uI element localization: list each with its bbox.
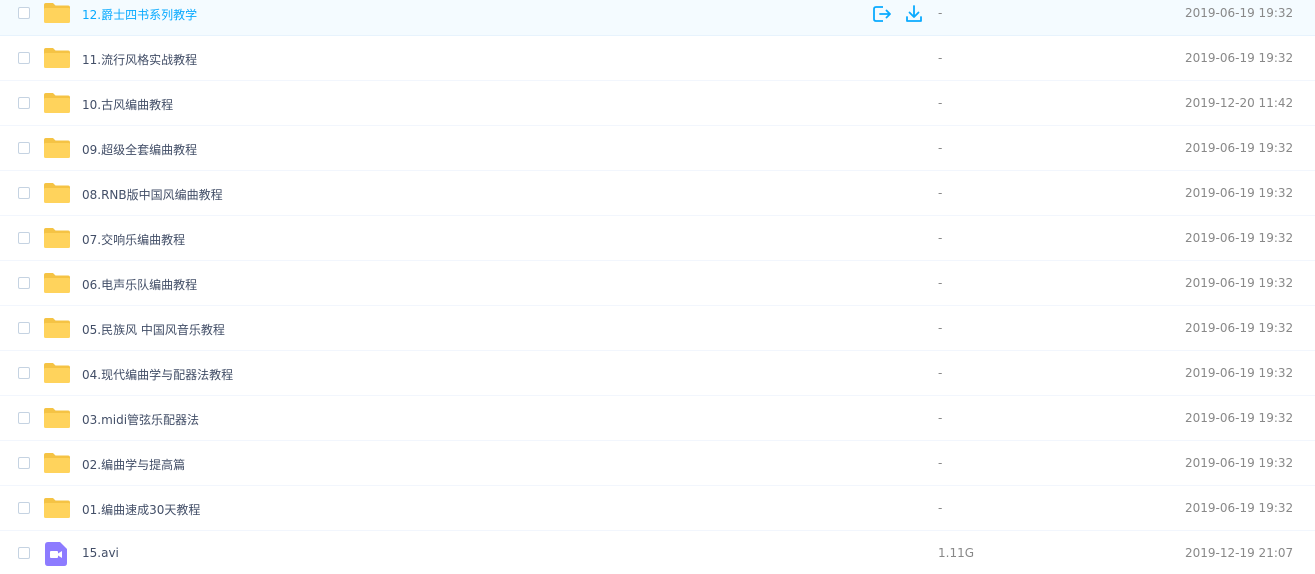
file-row[interactable]: 09.超级全套编曲教程 - 2019-06-19 19:32 bbox=[0, 126, 1315, 171]
file-size: - bbox=[938, 455, 943, 470]
checkbox[interactable] bbox=[18, 321, 30, 334]
folder-icon bbox=[44, 137, 70, 158]
checkbox[interactable] bbox=[18, 141, 30, 154]
file-name[interactable]: 01.编曲速成30天教程 bbox=[82, 501, 200, 518]
file-size: - bbox=[938, 275, 943, 290]
video-file-icon bbox=[45, 541, 67, 566]
checkbox[interactable] bbox=[18, 501, 30, 514]
folder-icon bbox=[44, 452, 70, 473]
folder-icon bbox=[44, 227, 70, 248]
folder-icon bbox=[44, 92, 70, 113]
checkbox[interactable] bbox=[18, 6, 30, 19]
file-size: - bbox=[938, 410, 943, 425]
file-size: - bbox=[938, 50, 943, 65]
file-date: 2019-06-19 19:32 bbox=[1185, 410, 1294, 425]
file-date: 2019-06-19 19:32 bbox=[1185, 500, 1294, 515]
file-size: - bbox=[938, 185, 943, 200]
file-size: - bbox=[938, 365, 943, 380]
checkbox[interactable] bbox=[18, 456, 30, 469]
checkbox[interactable] bbox=[18, 231, 30, 244]
checkbox[interactable] bbox=[18, 186, 30, 199]
file-date: 2019-06-19 19:32 bbox=[1185, 50, 1294, 65]
file-name[interactable]: 05.民族风 中国风音乐教程 bbox=[82, 321, 225, 338]
file-row[interactable]: 01.编曲速成30天教程 - 2019-06-19 19:32 bbox=[0, 486, 1315, 531]
folder-icon bbox=[44, 272, 70, 293]
file-size: - bbox=[938, 320, 943, 335]
file-size: - bbox=[938, 140, 943, 155]
file-name[interactable]: 12.爵士四书系列教学 bbox=[82, 6, 197, 23]
file-date: 2019-12-19 21:07 bbox=[1185, 545, 1294, 560]
file-name[interactable]: 03.midi管弦乐配器法 bbox=[82, 411, 199, 428]
file-row[interactable]: 15.avi 1.11G 2019-12-19 21:07 bbox=[0, 531, 1315, 574]
file-name[interactable]: 10.古风编曲教程 bbox=[82, 96, 173, 113]
file-row[interactable]: 12.爵士四书系列教学 - 2019-06-19 19:32 bbox=[0, 0, 1315, 36]
checkbox[interactable] bbox=[18, 276, 30, 289]
file-name[interactable]: 02.编曲学与提高篇 bbox=[82, 456, 185, 473]
file-row[interactable]: 11.流行风格实战教程 - 2019-06-19 19:32 bbox=[0, 36, 1315, 81]
file-date: 2019-06-19 19:32 bbox=[1185, 5, 1294, 20]
checkbox[interactable] bbox=[18, 366, 30, 379]
file-size: - bbox=[938, 95, 943, 110]
checkbox[interactable] bbox=[18, 96, 30, 109]
file-date: 2019-06-19 19:32 bbox=[1185, 275, 1294, 290]
folder-icon bbox=[44, 497, 70, 518]
share-icon[interactable] bbox=[872, 4, 892, 24]
folder-icon bbox=[44, 317, 70, 338]
file-name[interactable]: 15.avi bbox=[82, 546, 119, 560]
file-date: 2019-06-19 19:32 bbox=[1185, 455, 1294, 470]
checkbox[interactable] bbox=[18, 546, 30, 559]
file-row[interactable]: 03.midi管弦乐配器法 - 2019-06-19 19:32 bbox=[0, 396, 1315, 441]
folder-icon bbox=[44, 182, 70, 203]
file-size: - bbox=[938, 5, 943, 20]
folder-icon bbox=[44, 362, 70, 383]
file-row[interactable]: 08.RNB版中国风编曲教程 - 2019-06-19 19:32 bbox=[0, 171, 1315, 216]
file-row[interactable]: 04.现代编曲学与配器法教程 - 2019-06-19 19:32 bbox=[0, 351, 1315, 396]
file-row[interactable]: 07.交响乐编曲教程 - 2019-06-19 19:32 bbox=[0, 216, 1315, 261]
file-size: - bbox=[938, 230, 943, 245]
file-date: 2019-06-19 19:32 bbox=[1185, 185, 1294, 200]
download-icon[interactable] bbox=[904, 4, 924, 24]
file-name[interactable]: 06.电声乐队编曲教程 bbox=[82, 276, 197, 293]
file-row[interactable]: 06.电声乐队编曲教程 - 2019-06-19 19:32 bbox=[0, 261, 1315, 306]
folder-icon bbox=[44, 47, 70, 68]
file-list: 12.爵士四书系列教学 - 2019-06-19 19:32 11.流行风格实战教程 -… bbox=[0, 0, 1315, 574]
folder-icon bbox=[44, 2, 70, 23]
file-date: 2019-06-19 19:32 bbox=[1185, 140, 1294, 155]
file-row[interactable]: 05.民族风 中国风音乐教程 - 2019-06-19 19:32 bbox=[0, 306, 1315, 351]
file-date: 2019-06-19 19:32 bbox=[1185, 320, 1294, 335]
file-date: 2019-12-20 11:42 bbox=[1185, 95, 1294, 110]
file-name[interactable]: 04.现代编曲学与配器法教程 bbox=[82, 366, 233, 383]
file-name[interactable]: 07.交响乐编曲教程 bbox=[82, 231, 185, 248]
folder-icon bbox=[44, 407, 70, 428]
checkbox[interactable] bbox=[18, 411, 30, 424]
file-name[interactable]: 08.RNB版中国风编曲教程 bbox=[82, 186, 223, 203]
file-size: - bbox=[938, 500, 943, 515]
checkbox[interactable] bbox=[18, 51, 30, 64]
file-name[interactable]: 11.流行风格实战教程 bbox=[82, 51, 197, 68]
file-row[interactable]: 02.编曲学与提高篇 - 2019-06-19 19:32 bbox=[0, 441, 1315, 486]
file-date: 2019-06-19 19:32 bbox=[1185, 230, 1294, 245]
file-row[interactable]: 10.古风编曲教程 - 2019-12-20 11:42 bbox=[0, 81, 1315, 126]
file-name[interactable]: 09.超级全套编曲教程 bbox=[82, 141, 197, 158]
file-size: 1.11G bbox=[938, 545, 975, 560]
file-date: 2019-06-19 19:32 bbox=[1185, 365, 1294, 380]
